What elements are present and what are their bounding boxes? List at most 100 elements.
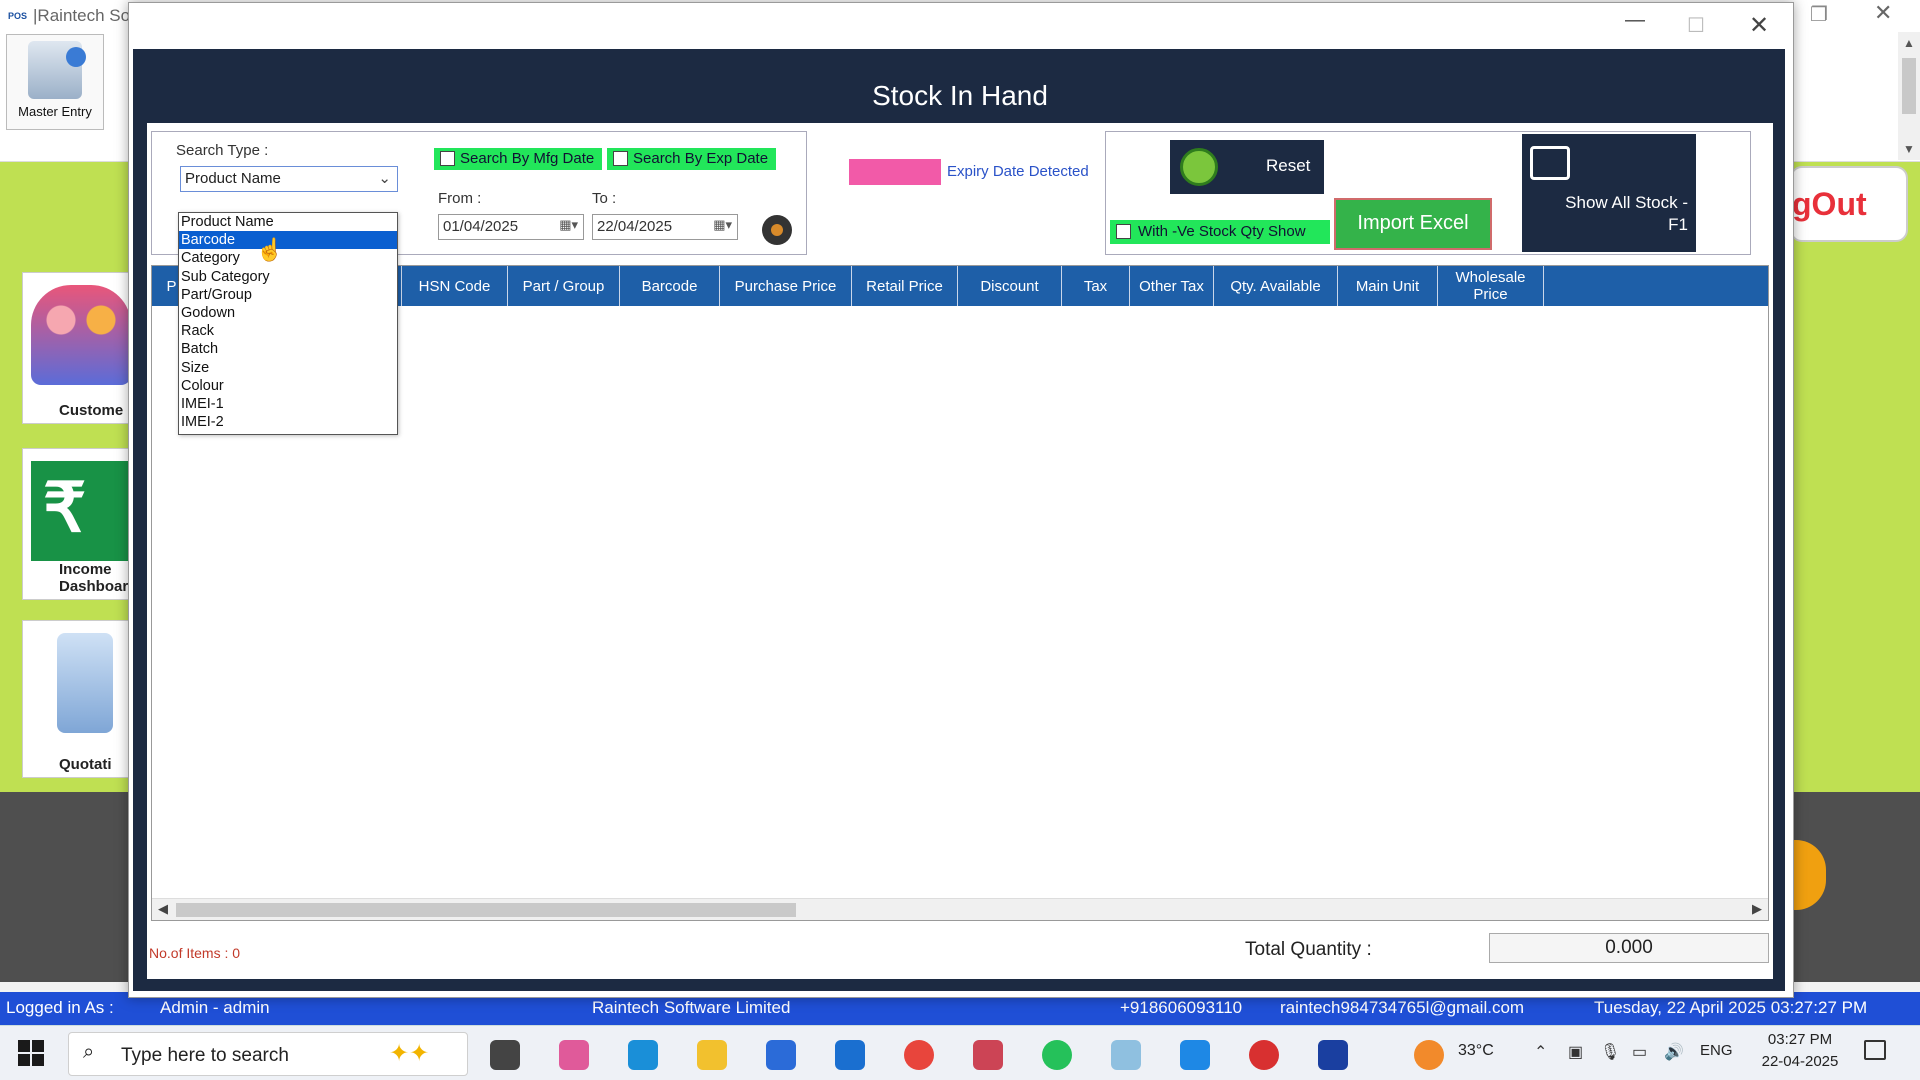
display-icon[interactable]: ▭ (1632, 1042, 1647, 1062)
dropdown-option[interactable]: Sub Category (179, 268, 397, 286)
horizontal-scrollbar[interactable]: ◀ ▶ (152, 898, 1768, 920)
from-date-picker[interactable]: 01/04/2025 ▦▾ (438, 214, 584, 240)
search-type-select[interactable]: Product Name ⌄ (180, 166, 398, 192)
restore-icon[interactable]: ❐ (1810, 2, 1828, 27)
close-icon[interactable]: ✕ (1749, 11, 1769, 40)
language-indicator[interactable]: ENG (1700, 1042, 1733, 1059)
dropdown-option[interactable]: IMEI-1 (179, 395, 397, 413)
scroll-right-icon[interactable]: ▶ (1752, 901, 1762, 917)
edge-icon[interactable] (628, 1040, 658, 1070)
dropdown-option[interactable]: Godown (179, 304, 397, 322)
weather-temperature: 33°C (1458, 1042, 1494, 1059)
column-header[interactable]: Wholesale Price (1438, 266, 1544, 306)
app-blue-icon[interactable] (1180, 1040, 1210, 1070)
clock-date[interactable]: 22-04-2025 (1755, 1053, 1845, 1070)
column-header[interactable]: Barcode (620, 266, 720, 306)
dropdown-option[interactable]: Colour (179, 377, 397, 395)
show-all-label: Show All Stock - F1 (1565, 193, 1688, 234)
expiry-color-swatch (849, 159, 941, 185)
column-header[interactable]: Main Unit (1338, 266, 1438, 306)
search-type-dropdown[interactable]: Product Name Barcode Category Sub Category P… (178, 212, 398, 435)
quotation-tile[interactable]: Quotati (22, 620, 130, 778)
income-tile-label: Income Dashboar (59, 561, 129, 595)
microphone-icon[interactable]: 🎙 (1600, 1042, 1620, 1062)
file-explorer-icon[interactable] (697, 1040, 727, 1070)
logout-label: gOut (1792, 186, 1867, 222)
search-by-exp-checkbox[interactable]: Search By Exp Date (607, 148, 777, 170)
maximize-icon[interactable]: ☐ (1687, 13, 1705, 38)
scrollbar-thumb[interactable] (1902, 58, 1916, 114)
store-icon[interactable] (766, 1040, 796, 1070)
scroll-down-icon[interactable]: ▼ (1903, 142, 1915, 156)
volume-icon[interactable]: 🔊 (1664, 1042, 1684, 1062)
notification-icon[interactable] (1864, 1040, 1886, 1060)
close-icon[interactable]: ✕ (1874, 0, 1892, 26)
taskbar-search[interactable]: ⌕ Type here to search ✦✦ (68, 1032, 468, 1076)
logged-in-user: Admin - admin (160, 998, 270, 1017)
checkbox-box[interactable] (1116, 224, 1131, 239)
chrome-icon[interactable] (904, 1040, 934, 1070)
weather-icon[interactable] (1414, 1040, 1444, 1070)
stock-in-hand-dialog: — ☐ ✕ Stock In Hand Search Type : Produc… (128, 2, 1794, 998)
scroll-left-icon[interactable]: ◀ (158, 901, 168, 917)
show-all-stock-button[interactable]: Show All Stock - F1 (1522, 134, 1696, 252)
column-header[interactable]: Purchase Price (720, 266, 852, 306)
outlook-icon[interactable] (835, 1040, 865, 1070)
from-label: From : (438, 190, 482, 207)
logout-button[interactable]: gOut (1790, 166, 1908, 242)
dropdown-option[interactable]: Size (179, 359, 397, 377)
dropdown-option[interactable]: Barcode (179, 231, 397, 250)
dropdown-option[interactable]: Batch (179, 340, 397, 358)
copilot-icon[interactable] (559, 1040, 589, 1070)
column-header[interactable]: Tax (1062, 266, 1130, 306)
column-header[interactable]: Discount (958, 266, 1062, 306)
column-header[interactable]: Part / Group (508, 266, 620, 306)
whatsapp-icon[interactable] (1042, 1040, 1072, 1070)
dropdown-option[interactable]: Rack (179, 322, 397, 340)
dropdown-option[interactable]: Part/Group (179, 286, 397, 304)
minimize-icon[interactable]: — (1625, 9, 1645, 32)
app-logo-text: POS (8, 11, 28, 21)
import-excel-button[interactable]: Import Excel (1334, 198, 1492, 250)
chevron-up-icon[interactable]: ⌃ (1534, 1042, 1547, 1062)
calendar-icon[interactable]: ▦▾ (713, 217, 732, 233)
search-by-mfg-checkbox[interactable]: Search By Mfg Date (434, 148, 603, 170)
taskbar: ⌕ Type here to search ✦✦ 33°C ⌃ ▣ 🎙 ▭ 🔊 … (0, 1025, 1920, 1080)
app-red-icon[interactable] (1249, 1040, 1279, 1070)
app-extra-icon[interactable] (1111, 1040, 1141, 1070)
raintech-icon[interactable] (1318, 1040, 1348, 1070)
contact-phone: +918606093110 (1120, 998, 1243, 1017)
company-name: Raintech Software Limited (592, 998, 791, 1017)
column-header[interactable]: Retail Price (852, 266, 958, 306)
dropdown-option[interactable]: Category (179, 249, 397, 267)
status-datetime: Tuesday, 22 April 2025 03:27:27 PM (1594, 998, 1868, 1017)
to-date-picker[interactable]: 22/04/2025 ▦▾ (592, 214, 738, 240)
master-entry-button[interactable]: Master Entry (6, 34, 104, 130)
column-header[interactable]: Qty. Available (1214, 266, 1338, 306)
chevron-down-icon[interactable]: ⌄ (378, 169, 391, 187)
background-scrollbar[interactable]: ▲ ▼ (1898, 32, 1920, 160)
checkbox-box[interactable] (613, 151, 628, 166)
refresh-icon (1180, 148, 1218, 186)
windows-start-icon[interactable] (18, 1040, 44, 1066)
task-view-icon[interactable] (490, 1040, 520, 1070)
column-header[interactable]: Other Tax (1130, 266, 1214, 306)
search-go-button[interactable] (762, 215, 792, 245)
snipping-tool-icon[interactable] (973, 1040, 1003, 1070)
negative-stock-checkbox[interactable]: With -Ve Stock Qty Show (1110, 220, 1330, 244)
scroll-up-icon[interactable]: ▲ (1903, 36, 1915, 50)
network-icon[interactable]: ▣ (1568, 1042, 1583, 1062)
dropdown-option[interactable]: IMEI-2 (179, 413, 397, 431)
customer-tile[interactable]: Custome (22, 272, 131, 424)
search-icon: ⌕ (83, 1041, 95, 1063)
clock-time[interactable]: 03:27 PM (1755, 1031, 1845, 1048)
search-by-mfg-label: Search By Mfg Date (460, 150, 595, 167)
reset-button[interactable]: Reset (1170, 140, 1324, 194)
scrollbar-thumb[interactable] (176, 903, 796, 917)
column-header[interactable]: HSN Code (402, 266, 508, 306)
income-dashboard-tile[interactable]: Income Dashboar (22, 448, 131, 600)
reset-label: Reset (1266, 156, 1311, 175)
calendar-icon[interactable]: ▦▾ (559, 217, 578, 233)
checkbox-box[interactable] (440, 151, 455, 166)
dropdown-option[interactable]: Product Name (179, 213, 397, 231)
